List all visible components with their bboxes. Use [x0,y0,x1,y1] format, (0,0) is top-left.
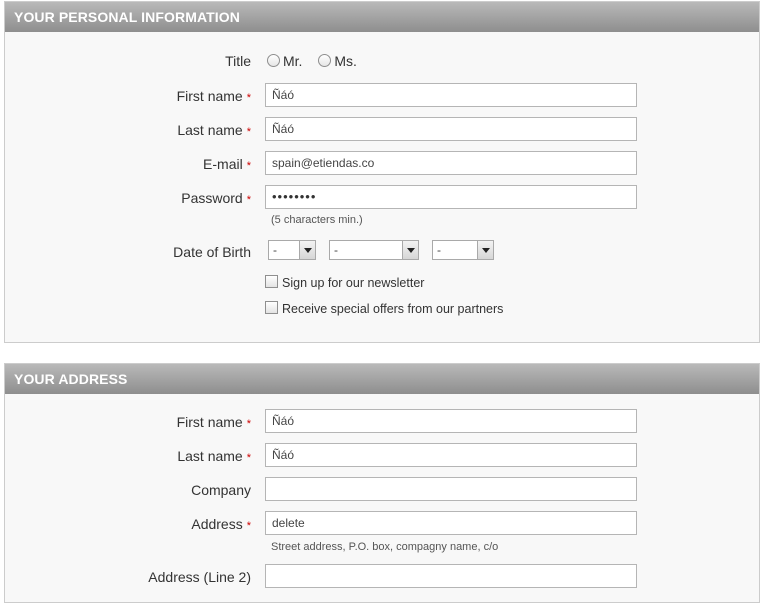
chevron-down-icon[interactable] [477,241,493,259]
address-first-name-row: First name * Ñáó [5,409,759,435]
email-row: E-mail * spain@etiendas.co [5,151,759,177]
chevron-down-icon[interactable] [402,241,418,259]
required-marker: * [246,126,251,138]
required-marker: * [246,520,251,532]
newsletter-row[interactable]: Sign up for our newsletter [265,274,424,292]
offers-checkbox[interactable] [265,301,278,314]
email-label: E-mail * [203,156,251,172]
address-panel: YOUR ADDRESS First name * Ñáó Last name * … [4,363,760,603]
mr-radio[interactable] [267,54,280,67]
required-marker: * [246,92,251,104]
address-first-name-input[interactable]: Ñáó [265,409,637,433]
dob-day-value: - [273,243,277,257]
dob-row: Date of Birth - - - [5,239,759,265]
address-line2-input[interactable] [265,564,637,588]
ms-label[interactable]: Ms. [334,53,357,69]
mr-label[interactable]: Mr. [283,53,302,69]
first-name-input[interactable]: Ñáó [265,83,637,107]
password-label: Password * [181,190,251,206]
address-row: Address * delete [5,511,759,537]
title-label: Title [225,53,251,69]
address-first-name-label: First name * [176,414,251,430]
address-last-name-label: Last name * [177,448,251,464]
dob-year-value: - [437,243,441,257]
first-name-row: First name * Ñáó [5,83,759,109]
personal-info-header: YOUR PERSONAL INFORMATION [5,2,759,32]
dob-year-select[interactable]: - [432,240,494,260]
ms-radio[interactable] [318,54,332,67]
address-input[interactable]: delete [265,511,637,535]
address-header: YOUR ADDRESS [5,364,759,394]
newsletter-checkbox[interactable] [265,275,278,288]
password-hint: (5 characters min.) [271,214,363,226]
last-name-label: Last name * [177,122,251,138]
address-hint: Street address, P.O. box, compagny name,… [271,541,499,553]
company-input[interactable] [265,477,637,501]
password-row: Password * •••••••• [5,185,759,211]
last-name-row: Last name * Ñáó [5,117,759,143]
dob-month-select[interactable]: - [329,240,419,260]
dob-day-select[interactable]: - [268,240,316,260]
password-input[interactable]: •••••••• [265,185,637,209]
title-row: Title Mr. Ms. [5,48,759,74]
address-last-name-row: Last name * Ñáó [5,443,759,469]
company-row: Company [5,477,759,503]
offers-row[interactable]: Receive special offers from our partners [265,300,503,318]
dob-month-value: - [334,243,338,257]
chevron-down-icon[interactable] [299,241,315,259]
email-input[interactable]: spain@etiendas.co [265,151,637,175]
required-marker: * [246,418,251,430]
company-label: Company [191,482,251,498]
personal-info-panel: YOUR PERSONAL INFORMATION Title Mr. Ms. … [4,1,760,343]
address-line2-row: Address (Line 2) [5,564,759,590]
newsletter-label[interactable]: Sign up for our newsletter [282,276,424,290]
address-last-name-input[interactable]: Ñáó [265,443,637,467]
first-name-label: First name * [176,88,251,104]
required-marker: * [246,452,251,464]
required-marker: * [246,194,251,206]
title-radio-group: Mr. Ms. [267,48,369,74]
dob-label: Date of Birth [173,244,251,260]
last-name-input[interactable]: Ñáó [265,117,637,141]
required-marker: * [246,160,251,172]
address-line2-label: Address (Line 2) [148,569,251,585]
offers-label[interactable]: Receive special offers from our partners [282,302,503,316]
address-label: Address * [191,516,251,532]
